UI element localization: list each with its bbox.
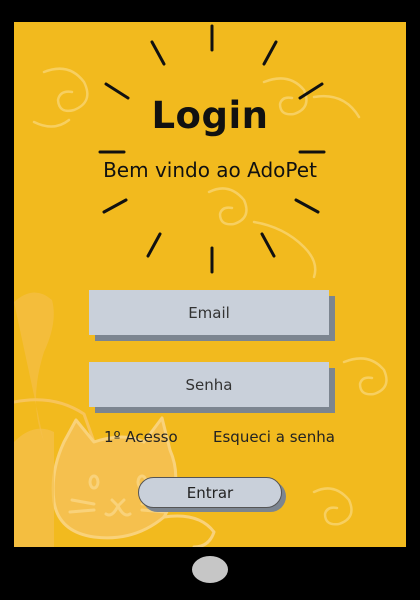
page-title: Login [151,94,269,137]
email-field[interactable] [89,290,329,335]
sunburst-ray [294,198,320,214]
login-submit-button[interactable]: Entrar [138,477,282,508]
sunburst-ray [102,198,128,214]
sunburst-ray [146,232,162,258]
sunburst-ray [260,232,276,258]
sunburst-ray [262,40,278,66]
device-frame: Login Bem vindo ao AdoPet 1º Acesso Esqu… [0,0,420,600]
device-home-button[interactable] [192,556,228,583]
forgot-password-link[interactable]: Esqueci a senha [213,428,335,446]
password-field-container [89,362,335,413]
sunburst-ray [150,40,166,66]
welcome-subtitle: Bem vindo ao AdoPet [103,158,317,182]
submit-button-container: Entrar [138,477,286,512]
password-field[interactable] [89,362,329,407]
email-field-container [89,290,335,341]
app-screen: Login Bem vindo ao AdoPet 1º Acesso Esqu… [14,22,406,547]
first-access-link[interactable]: 1º Acesso [104,428,178,446]
